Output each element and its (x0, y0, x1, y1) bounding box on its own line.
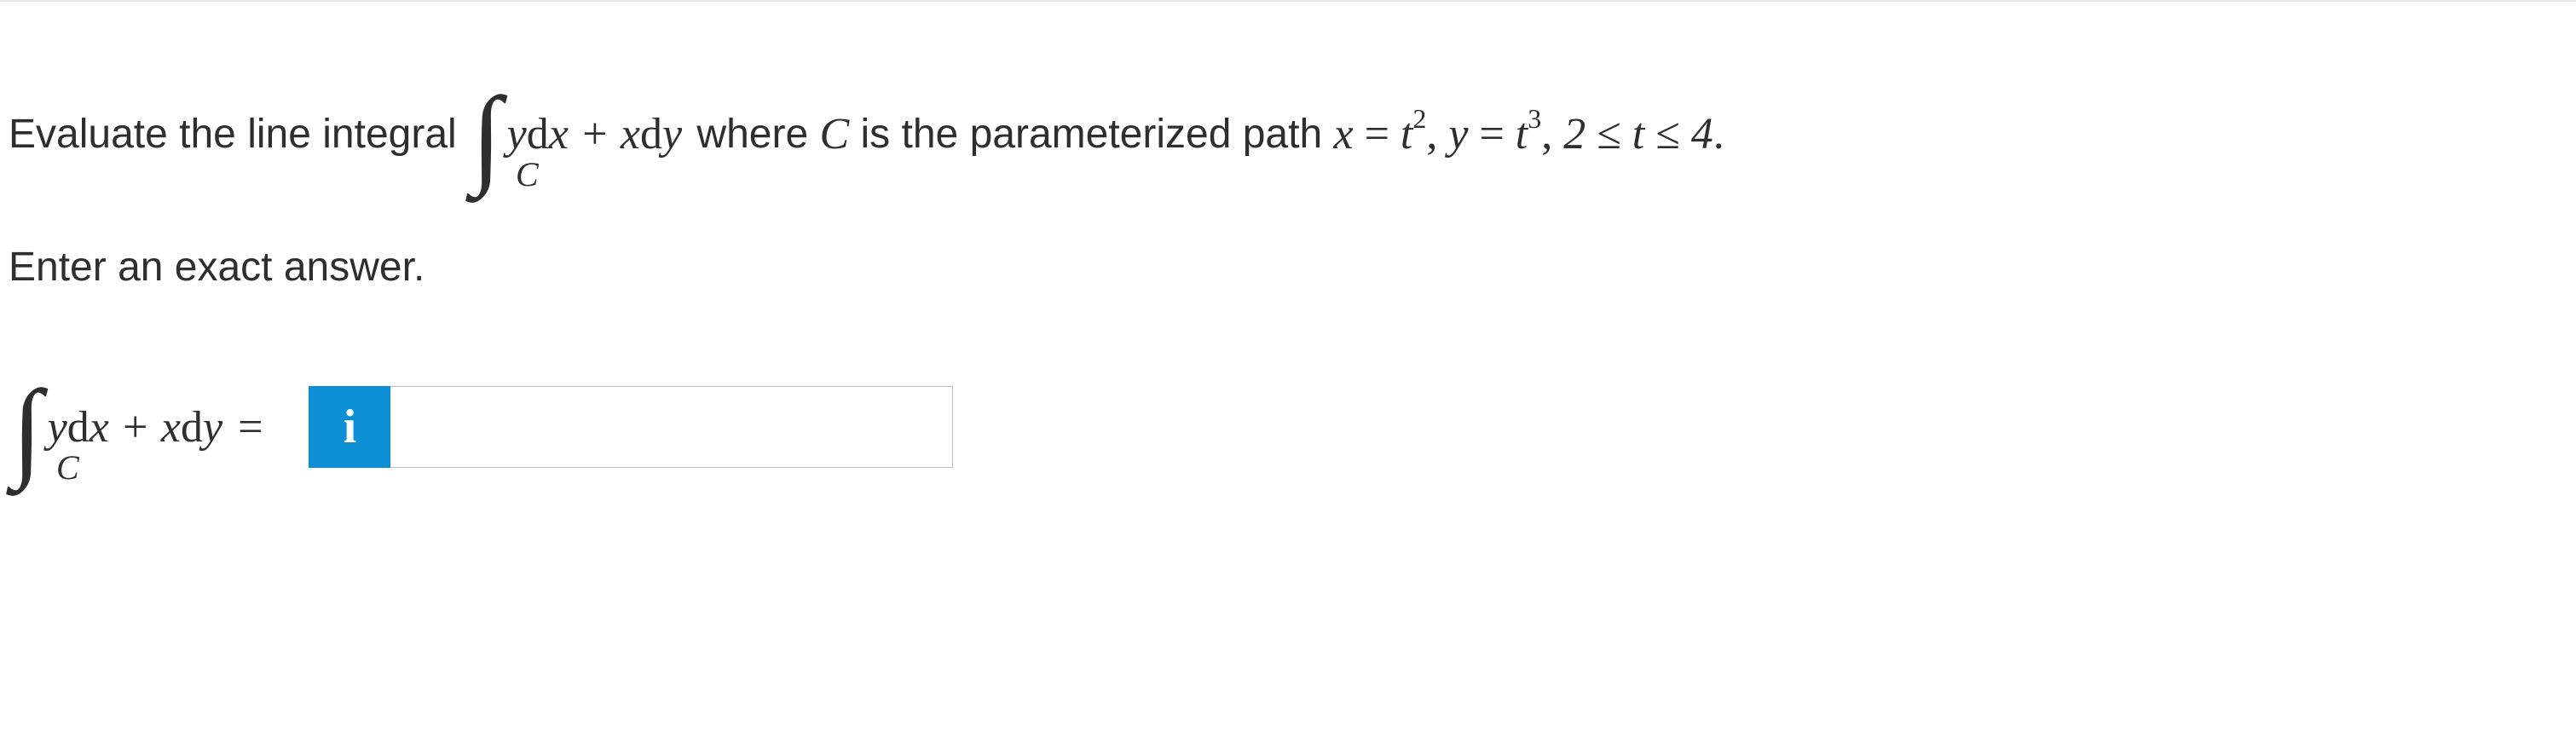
parameterization: x = t2, y = t3, 2 ≤ t ≤ 4. (1333, 106, 1724, 164)
curve-name: C (819, 106, 849, 164)
answer-integral-sign-wrap: ∫ C (12, 380, 43, 475)
question-mid-2: is the parameterized path (849, 108, 1333, 161)
integral-expression: ∫ C ydx + xdy (471, 87, 682, 182)
answer-row: ∫ C ydx + xdy = i (9, 380, 2567, 475)
question-mid-1: where (685, 108, 819, 161)
answer-integral-subscript: C (56, 446, 79, 490)
question-prefix: Evaluate the line integral (9, 108, 468, 161)
integral-sign-icon: ∫ (12, 385, 43, 474)
integral-sign-icon: ∫ (471, 92, 502, 181)
question-page: Evaluate the line integral ∫ C ydx + xdy… (0, 0, 2576, 738)
integral-subscript: C (516, 153, 539, 197)
instruction-text: Enter an exact answer. (9, 241, 425, 294)
question-line: Evaluate the line integral ∫ C ydx + xdy… (9, 87, 2567, 182)
equals-sign: = (222, 399, 271, 457)
info-icon[interactable]: i (309, 386, 390, 468)
answer-input[interactable] (390, 386, 953, 468)
instruction-line: Enter an exact answer. (9, 241, 2567, 294)
integral-sign-wrap: ∫ C (471, 87, 502, 182)
answer-input-group: i (309, 386, 953, 468)
answer-integral-expression: ∫ C ydx + xdy = (12, 380, 271, 475)
